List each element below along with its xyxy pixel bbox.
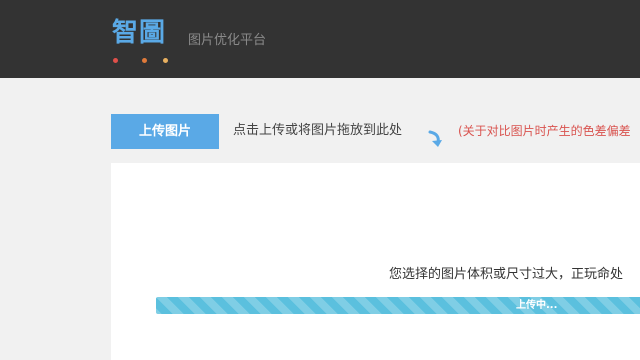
upload-panel[interactable]: 您选择的图片体积或尺寸过大，正玩命处 上传中...	[111, 163, 640, 360]
dot-red	[113, 58, 118, 63]
color-diff-note-link[interactable]: (关于对比图片时产生的色差偏差	[458, 123, 631, 139]
logo[interactable]: 智圖	[112, 16, 166, 50]
upload-image-button[interactable]: 上传图片	[111, 114, 219, 149]
progress-label: 上传中...	[516, 300, 558, 311]
logo-dots	[113, 58, 173, 64]
curved-arrow-icon	[427, 128, 445, 148]
top-header: 智圖 图片优化平台	[0, 0, 640, 78]
dot-orange	[142, 58, 147, 63]
drop-hint: 点击上传或将图片拖放到此处	[233, 123, 403, 138]
site-tagline: 图片优化平台	[188, 33, 267, 48]
dot-yellow	[163, 58, 168, 63]
upload-progress-bar: 上传中...	[156, 297, 640, 314]
status-message: 您选择的图片体积或尺寸过大，正玩命处	[389, 267, 624, 282]
